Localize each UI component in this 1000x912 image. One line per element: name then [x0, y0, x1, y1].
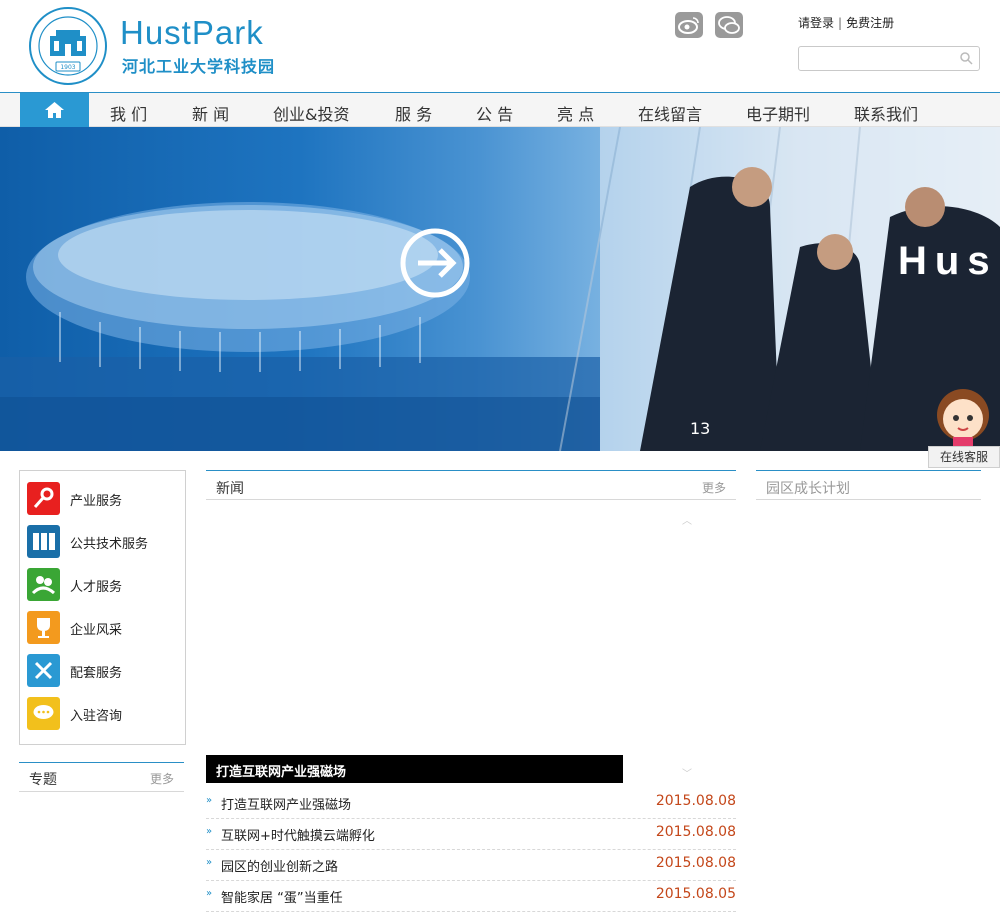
- news-more-link[interactable]: 更多: [702, 479, 726, 496]
- search-input[interactable]: [799, 47, 949, 70]
- hero-banner[interactable]: Hus 13: [0, 127, 1000, 451]
- sidebar-item-talent[interactable]: 人才服务: [27, 568, 177, 601]
- main-nav: 我 们 新 闻 创业&投资 服 务 公 告 亮 点 在线留言 电子期刊 联系我们: [0, 92, 1000, 127]
- login-link[interactable]: 请登录: [798, 16, 834, 30]
- bullet-icon: »: [206, 795, 213, 806]
- sidebar-item-enterprise[interactable]: 企业风采: [27, 611, 177, 644]
- header: 1903 HustPark 河北工业大学科技园 请登录 | 免费注册: [0, 0, 1000, 92]
- seal-year: 1903: [60, 64, 75, 71]
- sidebar-item-label: 入驻咨询: [70, 709, 123, 724]
- park-growth-title[interactable]: 园区成长计划: [766, 478, 850, 498]
- register-link[interactable]: 免费注册: [846, 16, 894, 30]
- key-icon: [27, 482, 60, 515]
- news-list-item[interactable]: » 打造互联网产业强磁场 2015.08.08: [206, 788, 736, 819]
- sidebar-item-label: 企业风采: [70, 623, 123, 638]
- tools-icon: [27, 654, 60, 687]
- university-seal-logo[interactable]: 1903: [26, 6, 110, 86]
- banner-stadium-image: [0, 127, 1000, 451]
- banner-counter: 13: [690, 419, 711, 438]
- news-item-title[interactable]: 园区的创业创新之路: [221, 856, 338, 875]
- news-item-title[interactable]: 打造互联网产业强磁场: [221, 794, 351, 813]
- news-list: » 打造互联网产业强磁场 2015.08.08 » 互联网+时代触摸云端孵化 2…: [206, 788, 736, 912]
- people-icon: [27, 568, 60, 601]
- park-growth-header: 园区成长计划: [756, 470, 981, 500]
- news-item-date: 2015.08.08: [655, 793, 736, 809]
- online-service-button[interactable]: 在线客服: [928, 446, 1000, 468]
- nav-item-highlights[interactable]: 亮 点: [557, 101, 594, 125]
- home-icon: [45, 102, 64, 118]
- link-divider: |: [838, 16, 843, 30]
- nav-item-news[interactable]: 新 闻: [192, 101, 229, 125]
- news-item-date: 2015.08.08: [655, 824, 736, 840]
- bullet-icon: »: [206, 826, 213, 837]
- news-item-title[interactable]: 互联网+时代触摸云端孵化: [221, 825, 375, 844]
- news-item-date: 2015.08.08: [655, 855, 736, 871]
- banner-caption: Hus: [898, 239, 998, 283]
- nav-item-ejournal[interactable]: 电子期刊: [746, 101, 810, 125]
- logo-title-en[interactable]: HustPark: [120, 14, 264, 52]
- account-links: 请登录 | 免费注册: [798, 14, 894, 31]
- chevron-down-icon[interactable]: ﹀: [682, 765, 692, 780]
- sidebar-item-label: 公共技术服务: [70, 537, 149, 552]
- news-list-item[interactable]: » 互联网+时代触摸云端孵化 2015.08.08: [206, 819, 736, 850]
- bullet-icon: »: [206, 888, 213, 899]
- service-menu: 产业服务 公共技术服务 人才服务 企业风采 配套服务 入驻咨询: [19, 470, 186, 745]
- topics-title: 专题: [29, 772, 57, 788]
- nav-item-messages[interactable]: 在线留言: [638, 101, 702, 125]
- sidebar-item-label: 产业服务: [70, 494, 123, 509]
- chat-icon: [27, 697, 60, 730]
- news-featured-caption[interactable]: 打造互联网产业强磁场: [206, 755, 623, 783]
- topics-more-link[interactable]: 更多: [150, 770, 174, 787]
- binders-icon: [27, 525, 60, 558]
- chevron-up-icon[interactable]: ︿: [682, 512, 692, 527]
- news-header: 新闻 更多: [206, 470, 736, 500]
- sidebar-item-consulting[interactable]: 入驻咨询: [27, 697, 177, 730]
- news-item-title[interactable]: 智能家居 “蛋”当重任: [221, 887, 343, 906]
- nav-home-button[interactable]: [20, 93, 89, 127]
- customer-service-avatar-icon[interactable]: [932, 385, 994, 447]
- banner-next-arrow-icon[interactable]: [400, 228, 470, 298]
- weibo-icon[interactable]: [675, 12, 703, 38]
- nav-item-contact[interactable]: 联系我们: [854, 101, 918, 125]
- nav-item-announcements[interactable]: 公 告: [476, 101, 513, 125]
- nav-item-services[interactable]: 服 务: [395, 101, 432, 125]
- news-title: 新闻: [216, 481, 244, 497]
- sidebar-item-public-tech[interactable]: 公共技术服务: [27, 525, 177, 558]
- wechat-icon[interactable]: [715, 12, 743, 38]
- sidebar-item-industry-services[interactable]: 产业服务: [27, 482, 177, 515]
- sidebar-item-supporting[interactable]: 配套服务: [27, 654, 177, 687]
- nav-item-about[interactable]: 我 们: [110, 101, 147, 125]
- bullet-icon: »: [206, 857, 213, 868]
- news-list-item[interactable]: » 园区的创业创新之路 2015.08.08: [206, 850, 736, 881]
- news-item-date: 2015.08.05: [655, 886, 736, 902]
- sidebar-item-label: 配套服务: [70, 666, 123, 681]
- nav-item-startup-investment[interactable]: 创业&投资: [273, 101, 349, 125]
- logo-title-cn[interactable]: 河北工业大学科技园: [122, 53, 275, 77]
- trophy-icon: [27, 611, 60, 644]
- sidebar-item-label: 人才服务: [70, 580, 123, 595]
- search-icon[interactable]: [959, 51, 973, 65]
- search-box: [798, 46, 980, 71]
- topics-header: 专题 更多: [19, 762, 184, 792]
- news-list-item[interactable]: » 智能家居 “蛋”当重任 2015.08.05: [206, 881, 736, 912]
